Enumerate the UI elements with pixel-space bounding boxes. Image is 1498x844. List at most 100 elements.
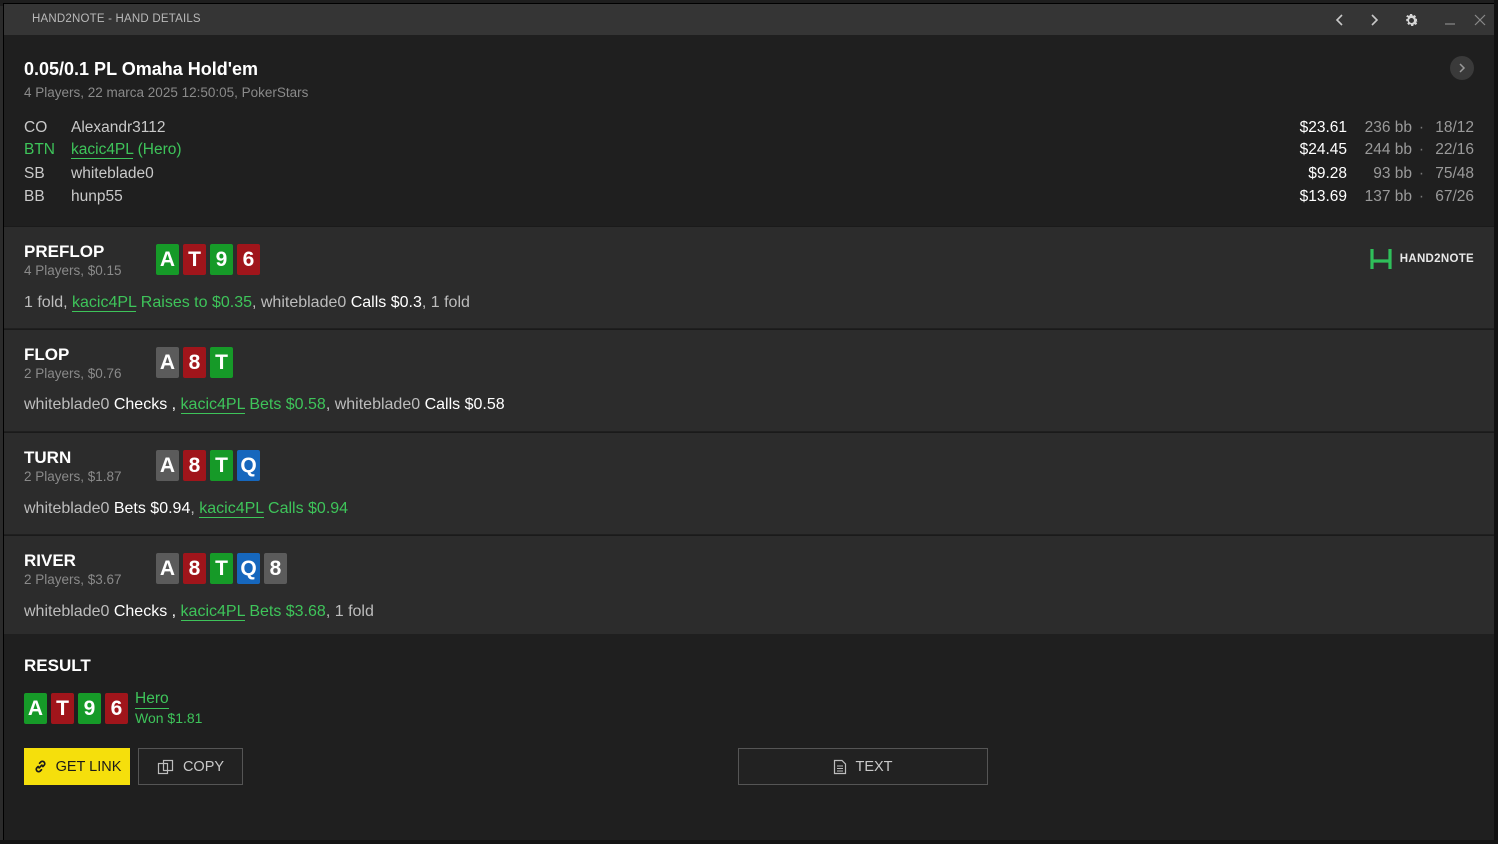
street-info: 4 Players, $0.15 <box>24 263 122 278</box>
card: 8 <box>183 553 206 584</box>
hero-action: Raises to $0.35 <box>136 294 252 311</box>
player-row: SB whiteblade0 $9.28 93 bb · 75/48 <box>24 165 1474 185</box>
action-text: , whiteblade0 <box>325 396 425 413</box>
card: 9 <box>78 693 101 724</box>
hero-name-link[interactable]: kacic4PL <box>71 141 134 159</box>
result-hero-cards: A T 9 6 <box>24 693 128 724</box>
copy-button[interactable]: COPY <box>138 748 243 785</box>
action-text: whiteblade0 <box>24 500 114 517</box>
player-stack: $13.69 <box>1299 188 1347 205</box>
link-icon <box>35 760 46 773</box>
player-row-hero: BTN kacic4PL (Hero) $24.45 244 bb · 22/1… <box>24 141 1474 161</box>
game-title: 0.05/0.1 PL Omaha Hold'em <box>24 59 259 79</box>
action-text: , whiteblade0 <box>251 294 351 311</box>
villain-action: Bets $0.94 <box>113 500 191 517</box>
board-cards: A 8 T <box>156 347 233 378</box>
street-actions: whiteblade0 Checks , kacic4PL Bets $0.58… <box>24 396 505 414</box>
hero-suffix: (Hero) <box>133 141 182 158</box>
get-link-button[interactable]: GET LINK <box>24 748 130 785</box>
document-icon <box>834 759 847 774</box>
close-button[interactable] <box>1468 8 1492 32</box>
player-stats: 67/26 <box>1435 188 1474 205</box>
hero-name-link[interactable]: kacic4PL <box>180 396 245 414</box>
player-stack-bb: 236 bb <box>1364 119 1412 136</box>
chevron-right-icon <box>1459 63 1466 73</box>
result-section: RESULT A T 9 6 Hero Won $1.81 GET LINK C… <box>4 634 1494 840</box>
action-text: , <box>167 396 181 413</box>
player-stack: $24.45 <box>1299 141 1347 158</box>
previous-hand-button[interactable] <box>1328 8 1352 32</box>
background-edge <box>1494 0 1498 844</box>
next-hand-button[interactable] <box>1362 8 1386 32</box>
card: T <box>51 693 74 724</box>
card: A <box>156 553 179 584</box>
street-info: 2 Players, $3.67 <box>24 572 122 587</box>
hole-cards: A T 9 6 <box>156 244 260 275</box>
hand-header: 0.05/0.1 PL Omaha Hold'em 4 Players, 22 … <box>4 35 1494 225</box>
hero-name-link[interactable]: kacic4PL <box>180 603 245 621</box>
separator-dot: · <box>1418 165 1424 182</box>
card: T <box>183 244 206 275</box>
get-link-label: GET LINK <box>55 758 122 775</box>
street-flop: FLOP 2 Players, $0.76 A 8 T whiteblade0 … <box>4 329 1494 431</box>
player-name: whiteblade0 <box>71 165 154 182</box>
card: 9 <box>210 244 233 275</box>
street-info: 2 Players, $0.76 <box>24 366 122 381</box>
result-hero-link[interactable]: Hero <box>135 690 169 709</box>
street-preflop: PREFLOP 4 Players, $0.15 A T 9 6 HAND2NO… <box>4 226 1494 328</box>
board-cards: A 8 T Q 8 <box>156 553 287 584</box>
villain-action: Checks <box>113 396 168 413</box>
street-info: 2 Players, $1.87 <box>24 469 122 484</box>
card: T <box>210 347 233 378</box>
text-label: TEXT <box>855 758 893 775</box>
hand2note-logo: HAND2NOTE <box>1370 248 1474 270</box>
card: 6 <box>237 244 260 275</box>
chevron-left-icon <box>1335 14 1343 26</box>
minimize-icon <box>1445 23 1455 25</box>
player-row: CO Alexandr3112 $23.61 236 bb · 18/12 <box>24 119 1474 139</box>
street-name: TURN <box>24 448 72 467</box>
chevron-right-icon <box>1371 14 1379 26</box>
hero-name-link[interactable]: kacic4PL <box>199 500 264 518</box>
card: A <box>156 347 179 378</box>
action-text: 1 fold, <box>24 294 73 311</box>
player-name: kacic4PL (Hero) <box>71 141 182 159</box>
card: Q <box>237 450 260 481</box>
minimize-button[interactable] <box>1438 8 1462 32</box>
window-title: HAND2NOTE - HAND DETAILS <box>32 13 201 25</box>
street-name: FLOP <box>24 345 70 364</box>
copy-icon <box>157 759 174 774</box>
villain-action: Calls $0.58 <box>424 396 505 413</box>
player-stack-bb: 93 bb <box>1373 165 1412 182</box>
street-actions: 1 fold, kacic4PL Raises to $0.35, whiteb… <box>24 294 470 312</box>
hero-name-link[interactable]: kacic4PL <box>72 294 137 312</box>
separator-dot: · <box>1418 141 1424 158</box>
action-text: , <box>190 500 200 517</box>
settings-button[interactable] <box>1399 8 1423 32</box>
hand2note-logo-icon <box>1370 249 1392 269</box>
text-button[interactable]: TEXT <box>738 748 988 785</box>
gear-icon <box>1405 13 1418 26</box>
next-hand-circle-button[interactable] <box>1450 56 1474 80</box>
street-name: PREFLOP <box>24 242 105 261</box>
player-stack-bb: 137 bb <box>1364 188 1412 205</box>
player-name: hunp55 <box>71 188 123 205</box>
card: 8 <box>183 347 206 378</box>
street-name: RIVER <box>24 551 76 570</box>
close-icon <box>1474 14 1486 26</box>
player-stats: 22/16 <box>1435 141 1474 158</box>
card: T <box>210 553 233 584</box>
street-actions: whiteblade0 Checks , kacic4PL Bets $3.68… <box>24 603 374 621</box>
logo-text: HAND2NOTE <box>1399 253 1474 265</box>
board-cards: A 8 T Q <box>156 450 260 481</box>
action-text: , 1 fold <box>325 603 374 620</box>
result-title: RESULT <box>24 656 91 675</box>
card: 8 <box>264 553 287 584</box>
player-position: BTN <box>24 141 55 158</box>
game-subtitle: 4 Players, 22 marca 2025 12:50:05, Poker… <box>24 85 309 100</box>
result-won-amount: Won $1.81 <box>135 710 203 726</box>
street-actions: whiteblade0 Bets $0.94, kacic4PL Calls $… <box>24 500 348 518</box>
title-bar: HAND2NOTE - HAND DETAILS <box>4 4 1494 35</box>
player-stack-bb: 244 bb <box>1364 141 1412 158</box>
player-name: Alexandr3112 <box>71 119 166 136</box>
